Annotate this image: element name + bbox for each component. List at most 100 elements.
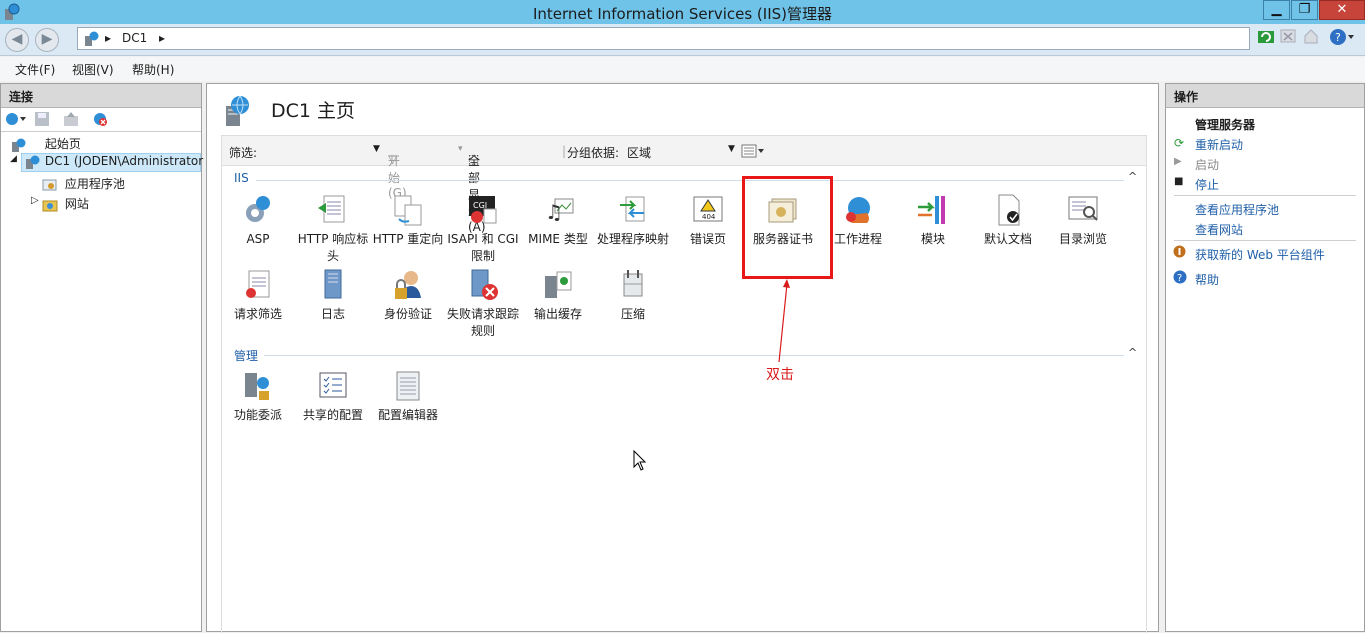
connections-panel: 连接 起始页 ◢ DC1 (JODEN\Administrator 应用程序池 … — [0, 83, 203, 632]
action-start[interactable]: 启动 — [1195, 156, 1219, 173]
request-filtering-icon — [246, 270, 270, 298]
delete-connection-icon[interactable] — [91, 111, 109, 131]
asp-gear-icon — [246, 196, 270, 222]
feature-mime-types[interactable]: ♫ MIME 类型 — [520, 193, 596, 248]
filter-dropdown-arrow[interactable]: ▼ — [373, 144, 380, 154]
restart-icon: ⟳ — [1174, 136, 1185, 150]
feature-directory-browsing[interactable]: 目录浏览 — [1045, 193, 1121, 248]
filter-input[interactable] — [262, 141, 382, 161]
section-divider — [264, 355, 1124, 356]
filter-bar: 筛选: ▼ ▽ 开始(G) ▾ ⬚ 全部显示(A) | 分组依据: 区域 ▼ — [222, 136, 1146, 234]
failed-request-tracing-icon — [471, 269, 498, 300]
feature-error-pages[interactable]: 404 错误页 — [670, 193, 746, 248]
menu-view[interactable]: 视图(V) — [72, 61, 114, 78]
modules-icon — [918, 196, 945, 224]
server-icon — [85, 31, 99, 46]
feature-output-caching[interactable]: 输出缓存 — [520, 268, 596, 323]
feature-authentication[interactable]: 身份验证 — [370, 268, 446, 323]
start-page-icon — [12, 138, 26, 152]
feature-configuration-editor[interactable]: 配置编辑器 — [370, 369, 446, 424]
address-arrow[interactable]: ▸ — [105, 31, 111, 45]
actions-separator — [1174, 195, 1356, 196]
feature-shared-configuration[interactable]: 共享的配置 — [295, 369, 371, 424]
up-level-icon[interactable] — [63, 111, 79, 131]
forward-button[interactable]: ▶ — [35, 28, 59, 52]
http-redirect-icon — [394, 195, 422, 226]
web-platform-icon — [1173, 245, 1186, 261]
feature-isapi-cgi[interactable]: CGI ISAPI 和 CGI 限制 — [445, 193, 521, 265]
connections-header: 连接 — [1, 84, 201, 108]
tree-label: 应用程序池 — [64, 177, 125, 191]
sites-folder-icon — [42, 200, 58, 211]
tree-item-app-pools[interactable]: 应用程序池 — [41, 175, 125, 192]
group-by-select[interactable]: 区域 — [627, 144, 651, 161]
annotation-arrow — [778, 279, 790, 363]
output-caching-icon — [545, 271, 572, 298]
action-view-app-pools[interactable]: 查看应用程序池 — [1195, 201, 1279, 218]
worker-processes-icon — [846, 197, 870, 223]
menu-bar: 文件(F) 视图(V) 帮助(H) — [0, 57, 1365, 81]
help-dropdown-icon[interactable]: ? — [1329, 28, 1355, 48]
feature-handler-mappings[interactable]: 处理程序映射 — [595, 193, 671, 248]
start-dropdown-arrow[interactable]: ▾ — [458, 144, 463, 154]
section-iis-label: IIS — [234, 171, 249, 185]
http-headers-icon — [318, 195, 345, 223]
section-divider — [256, 180, 1124, 181]
server-home-icon — [226, 95, 249, 126]
main-panel: DC1 主页 筛选: ▼ ▽ 开始(G) ▾ ⬚ 全部显示(A) | 分组依据:… — [206, 83, 1159, 633]
tree-expand-server[interactable]: ◢ — [10, 154, 17, 164]
page-title: DC1 主页 — [271, 100, 356, 122]
stop-icon[interactable] — [1280, 28, 1296, 48]
address-box[interactable]: ▸ DC1 ▸ — [77, 27, 1250, 50]
action-get-web-platform-components[interactable]: 获取新的 Web 平台组件 — [1195, 246, 1325, 263]
feature-default-document[interactable]: 默认文档 — [970, 193, 1046, 248]
actions-separator — [1174, 240, 1356, 241]
menu-help[interactable]: 帮助(H) — [132, 61, 174, 78]
tree-item-sites[interactable]: 网站 — [41, 195, 89, 212]
tree-item-server[interactable]: DC1 (JODEN\Administrator — [21, 153, 203, 172]
handler-mappings-icon — [620, 196, 645, 222]
compression-icon — [623, 270, 643, 297]
action-help[interactable]: 帮助 — [1195, 271, 1219, 288]
action-stop[interactable]: 停止 — [1195, 176, 1219, 193]
server-certificates-highlight-box — [742, 176, 833, 279]
tree-item-start-page[interactable]: 起始页 — [11, 135, 81, 152]
mouse-cursor-icon — [633, 450, 647, 471]
section-manage-label: 管理 — [234, 349, 259, 363]
action-restart[interactable]: 重新启动 — [1195, 136, 1243, 153]
back-button[interactable]: ◀ — [5, 28, 29, 52]
refresh-icon[interactable] — [1257, 28, 1275, 48]
svg-text:?: ? — [1177, 273, 1182, 284]
maximize-button[interactable]: ❐ — [1291, 0, 1318, 20]
save-icon[interactable] — [34, 111, 50, 131]
group-by-dropdown-arrow[interactable]: ▼ — [728, 144, 735, 154]
stop-icon: ■ — [1174, 176, 1184, 187]
connect-icon[interactable] — [5, 111, 29, 131]
action-view-sites[interactable]: 查看网站 — [1195, 221, 1243, 238]
section-iis-collapse[interactable]: ^ — [1128, 170, 1137, 183]
feature-asp[interactable]: ASP — [220, 193, 296, 248]
menu-file[interactable]: 文件(F) — [15, 61, 55, 78]
home-icon[interactable] — [1303, 28, 1319, 48]
tree-expand-sites[interactable]: ▷ — [31, 195, 39, 206]
feature-failed-request-tracing[interactable]: 失败请求跟踪规则 — [445, 268, 521, 340]
view-mode-icon[interactable] — [741, 144, 765, 161]
feature-modules[interactable]: 模块 — [895, 193, 971, 248]
toolbar-separator: | — [562, 144, 567, 158]
tree-label: 网站 — [64, 197, 89, 211]
feature-compression[interactable]: 压缩 — [595, 268, 671, 323]
feature-http-redirect[interactable]: HTTP 重定向 — [370, 193, 446, 248]
address-arrow[interactable]: ▸ — [159, 31, 165, 45]
group-by-label: 分组依据: — [567, 146, 620, 160]
address-node-dc1[interactable]: DC1 — [122, 31, 147, 45]
feature-http-response-headers[interactable]: HTTP 响应标头 — [295, 193, 371, 265]
close-button[interactable]: ✕ — [1319, 0, 1365, 20]
logging-icon — [324, 269, 342, 299]
section-manage-collapse[interactable]: ^ — [1128, 346, 1137, 359]
feature-request-filtering[interactable]: 请求筛选 — [220, 268, 296, 323]
feature-logging[interactable]: 日志 — [295, 268, 371, 323]
minimize-button[interactable]: ▁ — [1263, 0, 1290, 20]
isapi-cgi-icon: CGI — [469, 196, 497, 224]
feature-delegation[interactable]: 功能委派 — [220, 369, 296, 424]
directory-browsing-icon — [1068, 196, 1098, 221]
